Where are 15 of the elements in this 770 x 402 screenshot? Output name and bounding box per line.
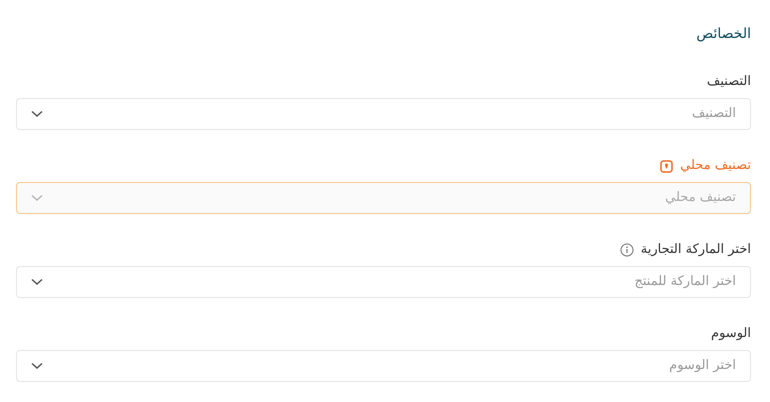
info-icon <box>620 243 634 257</box>
select-field[interactable]: التصنيف <box>16 98 751 130</box>
field-label: اختر الماركة التجارية <box>640 241 751 260</box>
field-label: الوسوم <box>711 325 751 344</box>
chevron-down-icon <box>31 362 43 370</box>
field-label: التصنيف <box>706 73 751 92</box>
select-field[interactable]: اختر الماركة للمنتج <box>16 266 751 298</box>
chevron-down-icon <box>31 194 43 202</box>
select-field[interactable]: تصنيف محلي <box>16 182 751 214</box>
badge-icon <box>660 160 674 172</box>
chevron-down-icon <box>31 110 43 118</box>
section-title: الخصائص <box>695 25 751 44</box>
select-field[interactable]: اختر الوسوم <box>16 350 751 382</box>
field-label: تصنيف محلي <box>680 157 751 176</box>
chevron-down-icon <box>31 278 43 286</box>
